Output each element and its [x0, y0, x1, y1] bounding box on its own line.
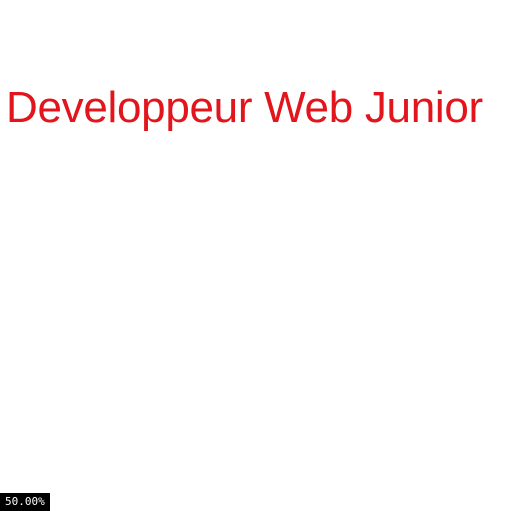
job-title-heading: Developpeur Web Junior	[6, 83, 483, 132]
page-canvas: Developpeur Web Junior 50.00%	[0, 0, 512, 511]
zoom-level-indicator: 50.00%	[0, 493, 50, 511]
